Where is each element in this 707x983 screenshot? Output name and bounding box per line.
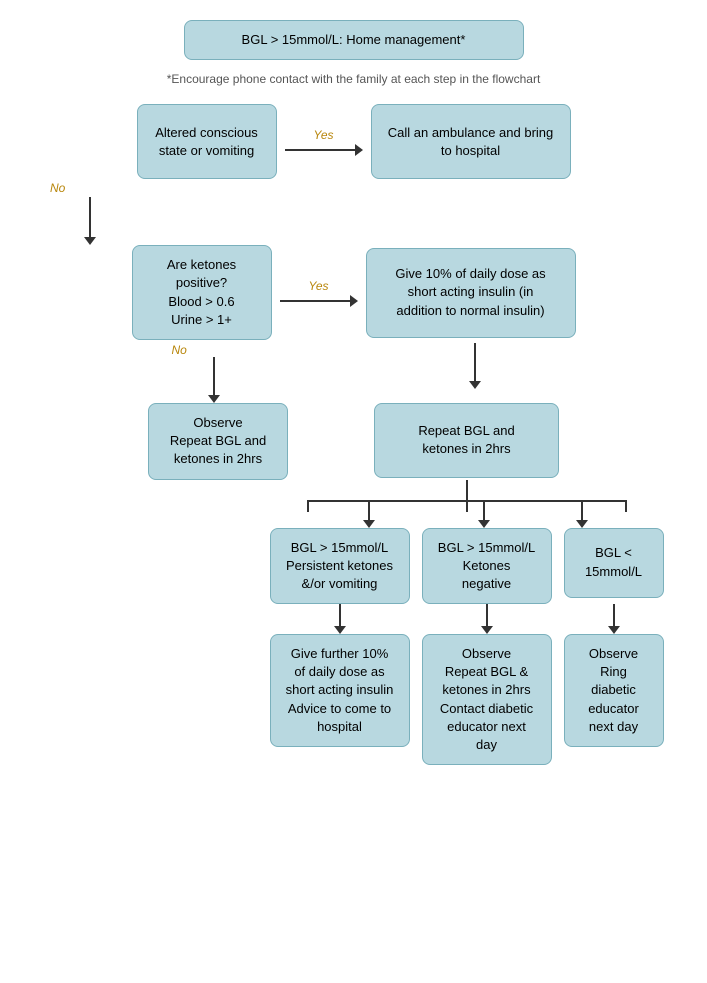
- no-label-2: No: [172, 343, 187, 357]
- ambulance-box: Call an ambulance and bring to hospital: [371, 104, 571, 179]
- flowchart: BGL > 15mmol/L: Home management* *Encour…: [20, 20, 687, 765]
- observe-ring-box: Observe Ring diabetic educator next day: [564, 634, 664, 747]
- ketones-box: Are ketones positive? Blood > 0.6 Urine …: [132, 245, 272, 340]
- start-label: BGL > 15mmol/L: Home management*: [242, 32, 466, 47]
- insulin-box: Give 10% of daily dose as short acting i…: [366, 248, 576, 338]
- start-box: BGL > 15mmol/L: Home management*: [184, 20, 524, 60]
- altered-label: Altered conscious state or vomiting: [155, 124, 258, 160]
- yes-label-1: Yes: [313, 128, 333, 142]
- observe-ring-label: Observe Ring diabetic educator next day: [579, 645, 649, 736]
- bgl-ketones-neg-label: BGL > 15mmol/L Ketones negative: [437, 539, 537, 594]
- page: BGL > 15mmol/L: Home management* *Encour…: [0, 0, 707, 983]
- further-10-label: Give further 10% of daily dose as short …: [286, 645, 394, 736]
- altered-box: Altered conscious state or vomiting: [137, 104, 277, 179]
- bgl-less-box: BGL < 15mmol/L: [564, 528, 664, 598]
- bgl-persistent-box: BGL > 15mmol/L Persistent ketones &/or v…: [270, 528, 410, 605]
- bgl-less-label: BGL < 15mmol/L: [579, 544, 649, 580]
- bgl-persistent-label: BGL > 15mmol/L Persistent ketones &/or v…: [286, 539, 393, 594]
- observe-contact-label: Observe Repeat BGL & ketones in 2hrs Con…: [437, 645, 537, 754]
- ketones-label: Are ketones positive? Blood > 0.6 Urine …: [167, 256, 236, 329]
- insulin-label: Give 10% of daily dose as short acting i…: [395, 265, 545, 320]
- subtitle: *Encourage phone contact with the family…: [167, 72, 541, 86]
- bgl-ketones-neg-box: BGL > 15mmol/L Ketones negative: [422, 528, 552, 605]
- yes-label-2: Yes: [308, 279, 328, 293]
- repeat-bgl-box: Repeat BGL and ketones in 2hrs: [374, 403, 559, 478]
- observe-contact-box: Observe Repeat BGL & ketones in 2hrs Con…: [422, 634, 552, 765]
- repeat-bgl-label: Repeat BGL and ketones in 2hrs: [418, 422, 514, 458]
- ambulance-label: Call an ambulance and bring to hospital: [388, 124, 554, 160]
- further-10-box: Give further 10% of daily dose as short …: [270, 634, 410, 747]
- no-label-1: No: [50, 181, 65, 195]
- observe-repeat-label: Observe Repeat BGL and ketones in 2hrs: [170, 414, 266, 469]
- observe-repeat-box: Observe Repeat BGL and ketones in 2hrs: [148, 403, 288, 480]
